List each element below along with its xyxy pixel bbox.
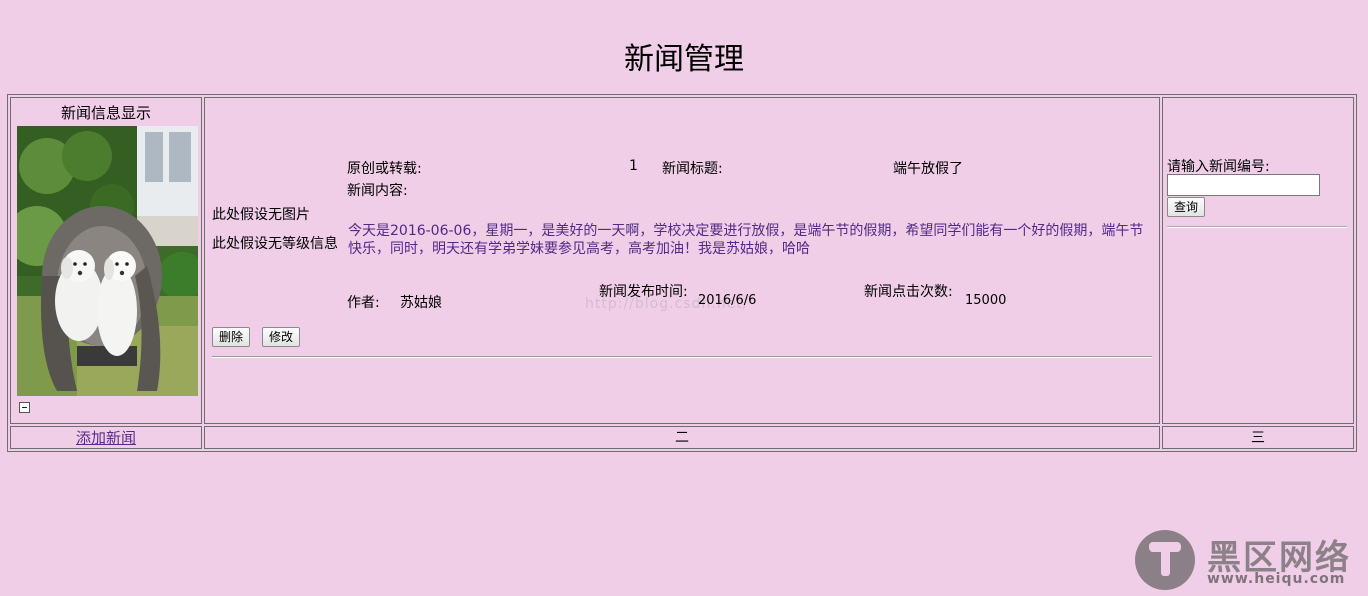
- site-logo: 黑区网络 www.heiqu.com: [1135, 530, 1357, 592]
- publish-time-label: 新闻发布时间:: [599, 284, 688, 300]
- news-title-value: 端午放假了: [893, 161, 963, 177]
- click-count-label: 新闻点击次数:: [864, 284, 953, 300]
- news-content-label: 新闻内容:: [347, 183, 408, 199]
- logo-emblem-icon: [1135, 530, 1195, 590]
- author-value: 苏姑娘: [400, 295, 442, 311]
- no-image-note: 此处假设无图片: [212, 207, 310, 223]
- origin-label: 原创或转载:: [347, 161, 422, 177]
- news-content-text: 今天是2016-06-06，星期一，是美好的一天啊，学校决定要进行放假，是端午节…: [348, 223, 1144, 257]
- collapse-icon[interactable]: [19, 402, 30, 413]
- news-id-input[interactable]: [1167, 174, 1320, 196]
- query-button[interactable]: 查询: [1167, 197, 1206, 217]
- detail-divider: [212, 356, 1152, 358]
- site-url: www.heiqu.com: [1207, 571, 1346, 587]
- add-news-cell: 添加新闻: [10, 425, 202, 449]
- page-title: 新闻管理: [624, 42, 744, 78]
- search-cell: 请输入新闻编号: 查询: [1162, 97, 1354, 424]
- footer-middle-cell: 二: [204, 425, 1160, 449]
- news-detail-cell: 此处假设无图片 此处假设无等级信息 原创或转载: 1 新闻标题: 端午放假了 新…: [204, 97, 1160, 424]
- search-label: 请输入新闻编号:: [1167, 159, 1270, 175]
- page: 新闻管理 新闻信息显示 此处假设无图片 此处假设无等级信息 原创或转载: 1 新…: [0, 0, 1368, 596]
- news-display-cell: 新闻信息显示: [10, 97, 202, 424]
- news-title-label: 新闻标题:: [662, 161, 723, 177]
- add-news-link[interactable]: 添加新闻: [76, 429, 136, 447]
- delete-button[interactable]: 删除: [212, 327, 251, 347]
- news-display-heading: 新闻信息显示: [60, 104, 151, 122]
- no-level-note: 此处假设无等级信息: [212, 236, 338, 252]
- search-divider: [1167, 226, 1347, 228]
- author-label: 作者:: [347, 295, 380, 311]
- click-count-value: 15000: [965, 293, 1007, 308]
- news-photo: [17, 126, 198, 396]
- news-layout-table: 新闻信息显示 此处假设无图片 此处假设无等级信息 原创或转载: 1 新闻标题: …: [7, 94, 1357, 452]
- publish-time-value: 2016/6/6: [698, 293, 757, 308]
- origin-value: 1: [629, 158, 638, 174]
- edit-button[interactable]: 修改: [262, 327, 301, 347]
- footer-right-cell: 三: [1162, 425, 1354, 449]
